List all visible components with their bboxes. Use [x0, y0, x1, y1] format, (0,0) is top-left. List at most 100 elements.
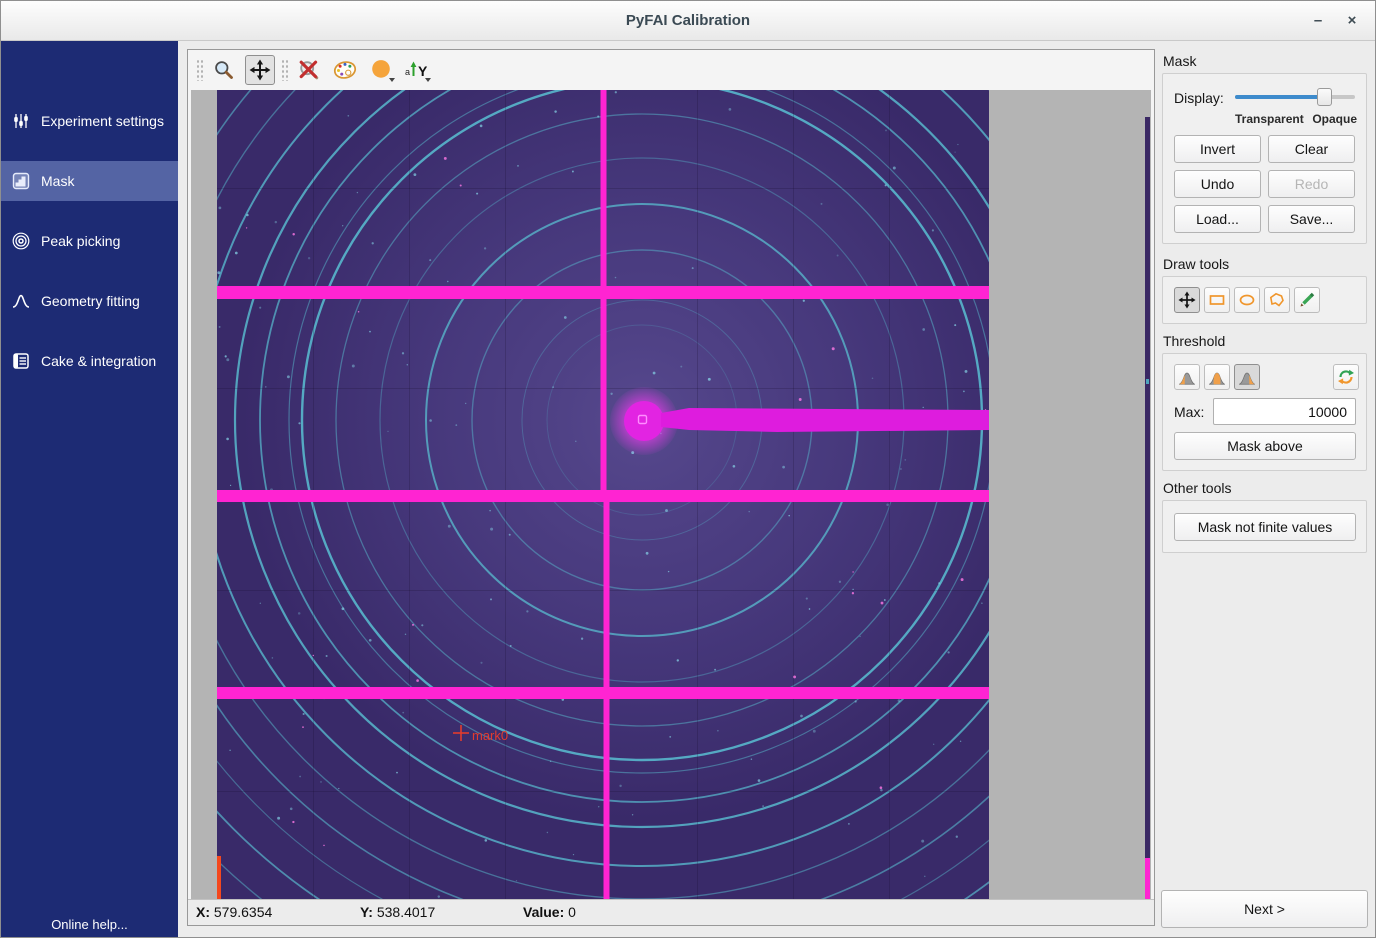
svg-text:Y: Y — [418, 63, 428, 79]
x-value: 579.6354 — [214, 904, 272, 920]
pan-tool-button[interactable] — [1174, 287, 1200, 313]
slider-fill — [1235, 95, 1321, 99]
ellipse-tool-button[interactable] — [1234, 287, 1260, 313]
mark0-marker: mark0 — [453, 725, 508, 743]
diffraction-image[interactable]: mark0 — [217, 90, 989, 899]
minimize-button[interactable]: – — [1305, 1, 1331, 40]
sidebar-item-label: Geometry fitting — [41, 293, 140, 309]
cursor-x-readout: X: 579.6354 — [196, 904, 272, 920]
max-threshold-input[interactable] — [1213, 398, 1356, 425]
invert-button[interactable]: Invert — [1174, 135, 1261, 163]
title-bar: PyFAI Calibration – × — [1, 1, 1375, 41]
mask-not-finite-button[interactable]: Mask not finite values — [1174, 513, 1356, 541]
refresh-icon — [1337, 368, 1355, 386]
display-label: Display: — [1174, 90, 1224, 106]
refresh-histogram-button[interactable] — [1333, 364, 1359, 390]
histogram-above-icon — [1238, 369, 1256, 386]
clear-button[interactable]: Clear — [1268, 135, 1355, 163]
undo-button[interactable]: Undo — [1174, 170, 1261, 198]
mask-below-threshold-button[interactable] — [1174, 364, 1200, 390]
value-value: 0 — [568, 904, 576, 920]
histogram-between-icon — [1208, 369, 1226, 386]
edge-strip-mask — [1145, 858, 1150, 899]
save-button[interactable]: Save... — [1268, 205, 1355, 233]
mask-section-title: Mask — [1163, 53, 1196, 69]
redo-button[interactable]: Redo — [1268, 170, 1355, 198]
pan-icon — [1178, 291, 1196, 309]
keep-aspect-ratio-button[interactable] — [366, 55, 396, 85]
other-tools-group-box: Mask not finite values — [1162, 500, 1367, 553]
zoom-mode-button[interactable] — [209, 55, 239, 85]
sidebar: Experiment settings Mask Peak picking Ge… — [1, 41, 178, 938]
online-help-link[interactable]: Online help... — [1, 917, 178, 932]
sidebar-item-geometry-fitting[interactable]: Geometry fitting — [1, 281, 178, 321]
threshold-group-box: Max: Mask above — [1162, 353, 1367, 471]
ellipse-tool-icon — [1238, 291, 1256, 309]
cake-integration-icon — [12, 352, 30, 370]
next-button[interactable]: Next > — [1161, 890, 1368, 928]
y-value: 538.4017 — [377, 904, 435, 920]
mask-between-threshold-button[interactable] — [1204, 364, 1230, 390]
image-edge-strip — [1145, 117, 1150, 899]
threshold-section-title: Threshold — [1163, 333, 1225, 349]
sidebar-item-cake-integration[interactable]: Cake & integration — [1, 341, 178, 381]
toolbar-grip-handle[interactable] — [281, 59, 288, 81]
window-title: PyFAI Calibration — [1, 1, 1375, 40]
pencil-tool-icon — [1298, 291, 1316, 309]
pan-icon — [249, 59, 271, 81]
magnifier-icon — [213, 59, 235, 81]
cursor-y-readout: Y: 538.4017 — [360, 904, 435, 920]
value-label: Value: — [523, 904, 568, 920]
mask-icon — [12, 172, 30, 190]
mask-above-threshold-button[interactable] — [1234, 364, 1260, 390]
dropdown-arrow-icon — [425, 78, 431, 82]
experiment-settings-icon — [12, 112, 30, 130]
y-axis-orientation-button[interactable]: a Y — [402, 55, 432, 85]
geometry-fitting-icon — [12, 292, 30, 310]
plot-widget: a Y — [187, 49, 1155, 926]
reset-zoom-button[interactable] — [294, 55, 324, 85]
mask-above-button[interactable]: Mask above — [1174, 432, 1356, 460]
polygon-tool-button[interactable] — [1264, 287, 1290, 313]
display-opacity-slider-handle[interactable] — [1317, 88, 1332, 106]
pyfai-calibration-window: PyFAI Calibration – × Experiment setting… — [0, 0, 1376, 938]
histogram-below-icon — [1178, 369, 1196, 386]
transparent-label: Transparent — [1235, 112, 1304, 126]
dropdown-arrow-icon — [389, 78, 395, 82]
cursor-value-readout: Value: 0 — [523, 904, 576, 920]
plot-status-bar: X: 579.6354 Y: 538.4017 Value: 0 — [188, 899, 1154, 925]
y-label: Y: — [360, 904, 377, 920]
magnifier-cross-icon — [297, 58, 321, 82]
pan-mode-button[interactable] — [245, 55, 275, 85]
plot-toolbar: a Y — [188, 50, 1154, 90]
opaque-label: Opaque — [1312, 112, 1357, 126]
load-button[interactable]: Load... — [1174, 205, 1261, 233]
sidebar-item-peak-picking[interactable]: Peak picking — [1, 221, 178, 261]
toolbar-grip-handle[interactable] — [196, 59, 203, 81]
max-threshold-label: Max: — [1174, 404, 1204, 420]
sidebar-item-mask[interactable]: Mask — [1, 161, 178, 201]
mask-tools-panel: Mask Display: Transparent Opaque Invert … — [1161, 41, 1376, 938]
sidebar-item-label: Mask — [41, 173, 74, 189]
edge-strip-speck — [1146, 379, 1149, 384]
rectangle-tool-icon — [1208, 291, 1226, 309]
pencil-tool-button[interactable] — [1294, 287, 1320, 313]
colormap-button[interactable] — [330, 55, 360, 85]
sidebar-item-label: Peak picking — [41, 233, 120, 249]
palette-icon — [332, 59, 358, 81]
other-tools-section-title: Other tools — [1163, 480, 1231, 496]
rectangle-tool-button[interactable] — [1204, 287, 1230, 313]
draw-tools-group-box — [1162, 276, 1367, 324]
peak-picking-icon — [12, 232, 30, 250]
marker-label: mark0 — [472, 728, 508, 743]
sidebar-item-label: Experiment settings — [41, 113, 164, 129]
image-edge-artifact — [217, 856, 221, 899]
sidebar-item-experiment-settings[interactable]: Experiment settings — [1, 101, 178, 141]
x-label: X: — [196, 904, 214, 920]
polygon-tool-icon — [1268, 291, 1286, 309]
close-button[interactable]: × — [1339, 1, 1365, 40]
draw-tools-section-title: Draw tools — [1163, 256, 1229, 272]
mask-group-box: Display: Transparent Opaque Invert Clear… — [1162, 73, 1367, 244]
display-opacity-slider[interactable] — [1235, 88, 1355, 106]
plot-canvas[interactable]: mark0 — [191, 90, 1151, 899]
